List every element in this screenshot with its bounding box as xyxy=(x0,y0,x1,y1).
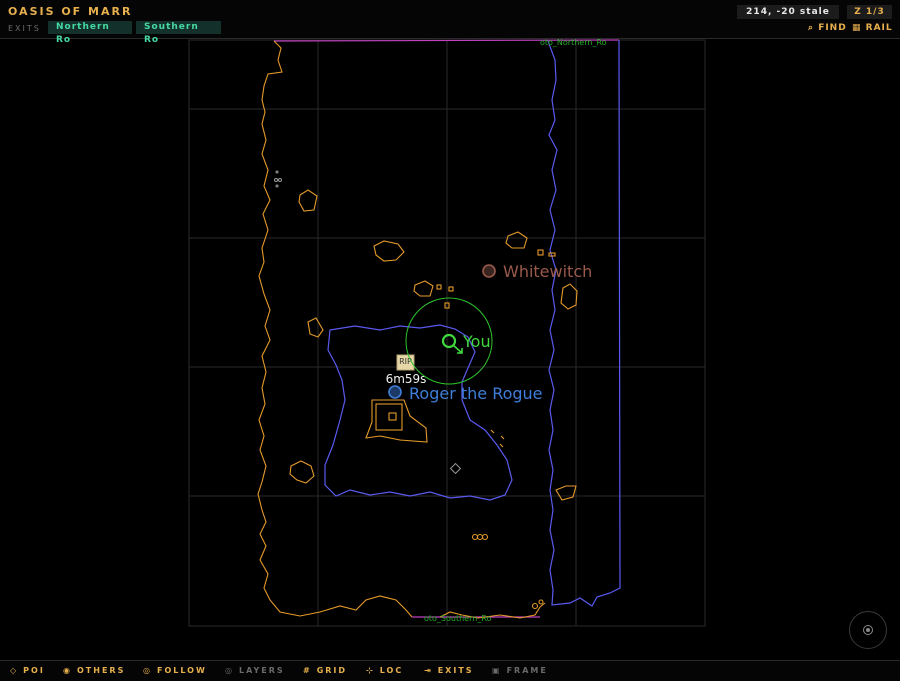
wall-lines xyxy=(257,40,578,619)
zone-title: OASIS OF MARR xyxy=(8,5,133,18)
heading-arrow-icon xyxy=(452,344,463,354)
toolbar-others-button[interactable]: ◉ OTHERS xyxy=(63,666,125,675)
toolbar-label: EXITS xyxy=(437,666,474,675)
bottom-toolbar: ◇ POI ◉ OTHERS ◎ FOLLOW ◎ LAYERS # GRID ⊹ LOC … xyxy=(0,660,900,681)
find-icon: ⌕ xyxy=(808,23,815,33)
player-dot-icon xyxy=(482,264,496,278)
exit-southern-ro-button[interactable]: Southern Ro xyxy=(136,21,221,45)
toolbar-label: FOLLOW xyxy=(156,666,207,675)
toolbar-follow-button[interactable]: ◎ FOLLOW xyxy=(143,666,207,675)
north-exit-label[interactable]: oto_Northern_Ro xyxy=(540,39,607,47)
toolbar-label: POI xyxy=(23,666,45,675)
others-icon: ◉ xyxy=(63,666,72,675)
toolbar-grid-button[interactable]: # GRID xyxy=(303,666,347,675)
misc-markers xyxy=(274,170,462,475)
player-roger-marker[interactable]: Roger the Rogue xyxy=(388,384,543,403)
recenter-button[interactable] xyxy=(849,611,887,649)
toolbar-label: GRID xyxy=(316,666,348,675)
follow-icon: ◎ xyxy=(143,666,152,675)
toolbar-exits-button[interactable]: ⇥ EXITS xyxy=(424,666,474,675)
grid-icon: # xyxy=(303,666,312,675)
toolbar-label: FRAME xyxy=(506,666,548,675)
find-button[interactable]: ⌕ FIND xyxy=(808,23,847,33)
zone-map[interactable]: oto_Northern_Ro oto_Southern_Ro RIP 6m59… xyxy=(0,39,900,659)
poi-icon: ◇ xyxy=(10,666,19,675)
player-dot-icon xyxy=(388,385,402,399)
toolbar-label: OTHERS xyxy=(76,666,126,675)
whitewitch-label: Whitewitch xyxy=(503,262,592,281)
you-label: You xyxy=(462,332,491,351)
toolbar-label: LOC xyxy=(379,666,404,675)
location-readout: 214, -20 stale xyxy=(737,5,839,19)
frame-icon: ▣ xyxy=(492,666,502,675)
target-icon xyxy=(863,625,873,635)
toolbar-label: LAYERS xyxy=(238,666,285,675)
loc-icon: ⊹ xyxy=(366,666,375,675)
map-grid xyxy=(188,39,706,627)
toolbar-layers-button[interactable]: ◎ LAYERS xyxy=(225,666,285,675)
exit-northern-ro-button[interactable]: Northern Ro xyxy=(48,21,132,45)
z-level-button[interactable]: Z 1/3 xyxy=(847,5,892,19)
layers-icon: ◎ xyxy=(225,666,234,675)
roger-label: Roger the Rogue xyxy=(409,384,543,403)
exits-icon: ⇥ xyxy=(424,666,433,675)
toolbar-frame-button[interactable]: ▣ FRAME xyxy=(492,666,548,675)
rail-button[interactable]: ▦ RAIL xyxy=(852,23,893,33)
player-whitewitch-marker[interactable]: Whitewitch xyxy=(482,262,592,281)
rail-label: RAIL xyxy=(865,23,893,33)
toolbar-poi-button[interactable]: ◇ POI xyxy=(10,666,45,675)
player-you-marker[interactable]: You xyxy=(405,297,493,385)
toolbar-loc-button[interactable]: ⊹ LOC xyxy=(366,666,403,675)
south-exit-label[interactable]: oto_Southern_Ro xyxy=(424,614,492,623)
corpse-marker[interactable]: RIP 6m59s xyxy=(386,354,427,386)
rail-icon: ▦ xyxy=(852,23,862,33)
exits-label: EXITS xyxy=(8,24,41,33)
top-bar: OASIS OF MARR EXITS Northern Ro Southern… xyxy=(0,0,900,45)
find-label: FIND xyxy=(818,23,847,33)
